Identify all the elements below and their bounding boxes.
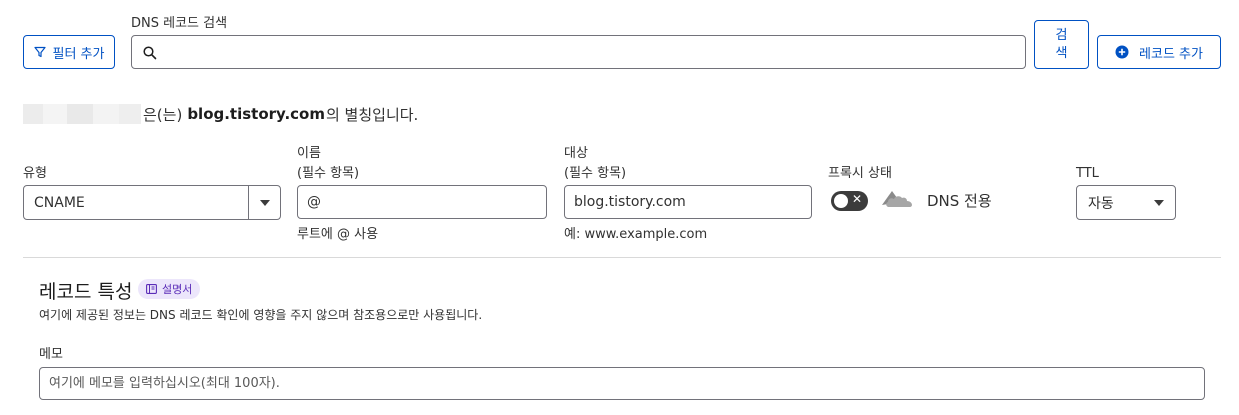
- toggle-off-icon: ✕: [851, 192, 862, 206]
- add-record-button[interactable]: 레코드 추가: [1097, 35, 1221, 69]
- search-button-label: 검색: [1055, 27, 1068, 61]
- docs-badge[interactable]: 설명서: [138, 279, 201, 299]
- book-icon: [146, 284, 157, 294]
- filter-icon: [33, 46, 46, 58]
- dropdown-arrow-icon: [259, 199, 270, 206]
- add-filter-label: 필터 추가: [52, 46, 105, 62]
- docs-badge-label: 설명서: [162, 283, 193, 296]
- memo-input[interactable]: [40, 368, 1204, 399]
- memo-label: 메모: [39, 347, 63, 362]
- add-record-label: 레코드 추가: [1139, 46, 1203, 62]
- alias-notice: 은(는) blog.tistory.com 의 별칭입니다.: [23, 103, 418, 125]
- target-helper: 예: www.example.com: [564, 227, 708, 242]
- search-label: DNS 레코드 검색: [131, 16, 228, 31]
- search-icon: [143, 46, 157, 60]
- name-label: 이름: [297, 146, 321, 161]
- name-required: (필수 항목): [297, 166, 360, 181]
- dropdown-arrow-icon: [1154, 199, 1164, 206]
- alias-prefix: 은(는): [143, 105, 183, 124]
- name-value: @: [307, 194, 321, 210]
- ttl-select[interactable]: 자동: [1076, 185, 1176, 220]
- search-button[interactable]: 검색: [1034, 20, 1089, 69]
- toggle-knob: [834, 194, 848, 208]
- memo-field[interactable]: [39, 367, 1205, 400]
- plus-circle-icon: [1115, 45, 1129, 59]
- type-value: CNAME: [34, 194, 85, 211]
- proxy-toggle[interactable]: ✕: [831, 191, 868, 211]
- type-select[interactable]: CNAME: [23, 185, 281, 220]
- alias-domain: blog.tistory.com: [187, 105, 325, 123]
- target-input[interactable]: blog.tistory.com: [564, 185, 812, 219]
- proxy-label: 프록시 상태: [828, 166, 892, 181]
- type-dropdown-button[interactable]: [248, 186, 280, 219]
- name-input[interactable]: @: [297, 185, 547, 219]
- cloud-icon: [882, 191, 912, 207]
- search-field[interactable]: [131, 35, 1026, 69]
- record-properties-description: 여기에 제공된 정보는 DNS 레코드 확인에 영향을 주지 않으며 참조용으로…: [39, 308, 483, 322]
- name-helper: 루트에 @ 사용: [297, 227, 379, 242]
- target-label: 대상: [564, 146, 588, 161]
- ttl-value: 자동: [1088, 195, 1114, 212]
- type-label: 유형: [23, 166, 47, 181]
- alias-suffix: 의 별칭입니다.: [325, 105, 419, 124]
- record-properties-title: 레코드 특성: [39, 281, 133, 303]
- section-divider: [23, 257, 1221, 258]
- ttl-label: TTL: [1076, 166, 1099, 181]
- target-required: (필수 항목): [564, 166, 627, 181]
- add-filter-button[interactable]: 필터 추가: [23, 35, 115, 69]
- redacted-domain: [23, 104, 141, 124]
- proxy-status: DNS 전용: [927, 192, 992, 210]
- search-input[interactable]: [166, 36, 1016, 68]
- target-value: blog.tistory.com: [574, 194, 686, 210]
